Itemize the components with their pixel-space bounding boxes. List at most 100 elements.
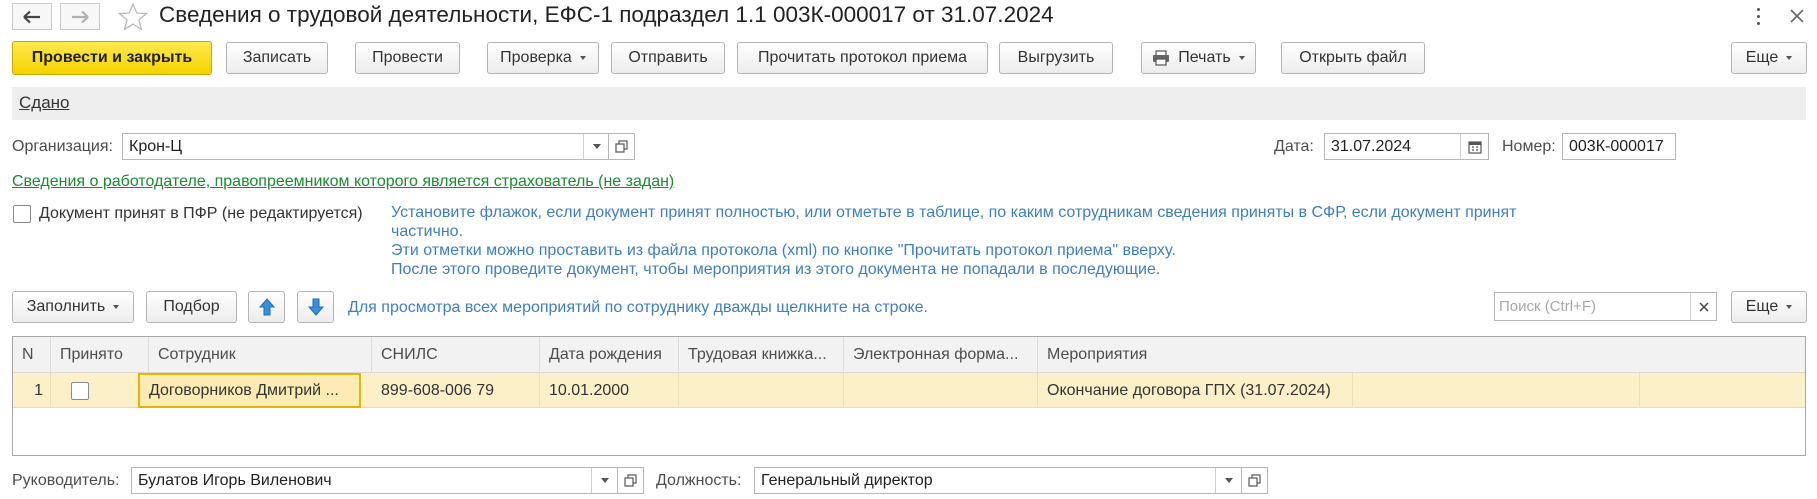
row-number: 1 <box>13 373 51 408</box>
arrow-right-icon <box>72 10 89 23</box>
number-field[interactable]: 003К-000017 <box>1562 133 1676 160</box>
clear-icon[interactable] <box>1690 293 1716 320</box>
status-link[interactable]: Сдано <box>19 93 70 113</box>
number-label: Номер: <box>1502 138 1556 155</box>
print-label: Печать <box>1178 49 1231 66</box>
read-protocol-button[interactable]: Прочитать протокол приема <box>737 42 988 74</box>
calendar-button[interactable] <box>1460 134 1488 159</box>
chevron-down-icon <box>1224 478 1233 483</box>
table-row[interactable]: 1 Договорников Дмитрий ... 899-608-006 7… <box>13 373 1805 408</box>
fill-button[interactable]: Заполнить <box>12 291 134 323</box>
date-label: Дата: <box>1274 138 1314 155</box>
forward-button[interactable] <box>60 3 100 30</box>
chevron-down-icon <box>1786 305 1793 309</box>
org-field[interactable]: Крон-Ц <box>122 133 610 160</box>
column-header-events[interactable]: Мероприятия <box>1038 337 1805 373</box>
position-label: Должность: <box>656 472 742 489</box>
chevron-down-icon <box>600 478 609 483</box>
column-header-electronic-form[interactable]: Электронная форма... <box>844 337 1038 373</box>
date-field[interactable]: 31.07.2024 <box>1324 133 1489 160</box>
open-in-window-icon <box>615 140 628 153</box>
chevron-down-icon <box>592 144 601 149</box>
move-down-button[interactable] <box>297 291 334 323</box>
open-file-label: Открыть файл <box>1299 49 1407 66</box>
pick-button[interactable]: Подбор <box>146 291 237 323</box>
position-value: Генеральный директор <box>761 471 933 489</box>
post-and-close-label: Провести и закрыть <box>31 49 193 66</box>
printer-icon <box>1153 50 1170 66</box>
org-label: Организация: <box>12 138 113 155</box>
row-electronic-form <box>844 373 1038 408</box>
kebab-menu-icon[interactable] <box>1755 8 1761 26</box>
open-in-window-icon <box>1248 474 1261 487</box>
column-header-employee[interactable]: Сотрудник <box>149 337 372 373</box>
chevron-down-icon <box>1238 56 1245 60</box>
column-header-birth-date[interactable]: Дата рождения <box>540 337 679 373</box>
pick-label: Подбор <box>163 298 220 315</box>
post-button[interactable]: Провести <box>355 42 460 74</box>
arrow-up-icon <box>258 298 275 316</box>
column-header-n[interactable]: N <box>13 337 51 373</box>
row-employee[interactable]: Договорников Дмитрий ... <box>138 373 361 408</box>
table-hint: Для просмотра всех мероприятий по сотруд… <box>348 299 928 316</box>
date-value: 31.07.2024 <box>1331 137 1412 155</box>
hint-line-4: После этого проведите документ, чтобы ме… <box>391 261 1161 278</box>
table-header: N Принято Сотрудник СНИЛС Дата рождения … <box>13 337 1805 373</box>
column-header-labor-book[interactable]: Трудовая книжка... <box>679 337 844 373</box>
column-header-accepted[interactable]: Принято <box>51 337 149 373</box>
save-button[interactable]: Записать <box>226 42 328 74</box>
table-more-button[interactable]: Еще <box>1731 291 1807 323</box>
head-value: Булатов Игорь Виленович <box>138 471 332 489</box>
org-value: Крон-Ц <box>129 137 183 155</box>
row-events: Окончание договора ГПХ (31.07.2024) <box>1038 373 1353 408</box>
fill-label: Заполнить <box>26 298 106 315</box>
search-input[interactable] <box>1495 293 1689 320</box>
row-labor-book <box>679 373 844 408</box>
send-label: Отправить <box>628 49 708 66</box>
position-open-button[interactable] <box>1241 467 1268 494</box>
org-open-button[interactable] <box>608 133 635 160</box>
check-label: Проверка <box>500 49 572 66</box>
employees-table: N Принято Сотрудник СНИЛС Дата рождения … <box>12 336 1806 456</box>
hint-line-1: Установите флажок, если документ принят … <box>391 204 1517 221</box>
dropdown-button[interactable] <box>1215 468 1241 493</box>
dropdown-button[interactable] <box>583 134 609 159</box>
accepted-checkbox[interactable] <box>13 205 31 223</box>
row-accepted-cell <box>51 373 149 408</box>
search-box[interactable] <box>1494 292 1717 321</box>
open-in-window-icon <box>624 474 637 487</box>
dropdown-button[interactable] <box>591 468 617 493</box>
export-label: Выгрузить <box>1017 49 1095 66</box>
send-button[interactable]: Отправить <box>611 42 725 74</box>
check-button[interactable]: Проверка <box>487 42 599 74</box>
calendar-icon <box>1467 140 1482 154</box>
head-field[interactable]: Булатов Игорь Виленович <box>131 467 618 494</box>
employer-link[interactable]: Сведения о работодателе, правопреемником… <box>12 173 674 191</box>
arrow-left-icon <box>23 10 40 23</box>
head-label: Руководитель: <box>12 472 120 489</box>
arrow-down-icon <box>307 298 324 316</box>
save-label: Записать <box>242 49 312 66</box>
status-bar: Сдано <box>12 87 1806 120</box>
post-and-close-button[interactable]: Провести и закрыть <box>12 41 212 75</box>
move-up-button[interactable] <box>248 291 285 323</box>
row-extra-cell <box>1353 373 1640 408</box>
number-value: 003К-000017 <box>1569 137 1664 155</box>
column-header-snils[interactable]: СНИЛС <box>372 337 540 373</box>
table-more-label: Еще <box>1745 298 1779 315</box>
position-field[interactable]: Генеральный директор <box>754 467 1242 494</box>
more-button[interactable]: Еще <box>1731 42 1807 74</box>
post-label: Провести <box>372 49 443 66</box>
row-accepted-checkbox[interactable] <box>71 381 89 400</box>
export-button[interactable]: Выгрузить <box>999 42 1113 74</box>
close-icon[interactable] <box>1787 5 1807 27</box>
star-icon[interactable] <box>118 2 148 32</box>
open-file-button[interactable]: Открыть файл <box>1281 42 1425 74</box>
chevron-down-icon <box>113 305 120 309</box>
print-button[interactable]: Печать <box>1141 42 1256 74</box>
hint-line-2: частично. <box>391 223 464 240</box>
chevron-down-icon <box>1786 56 1793 60</box>
hint-line-3: Эти отметки можно проставить из файла пр… <box>391 242 1176 259</box>
back-button[interactable] <box>12 3 52 30</box>
head-open-button[interactable] <box>617 467 644 494</box>
